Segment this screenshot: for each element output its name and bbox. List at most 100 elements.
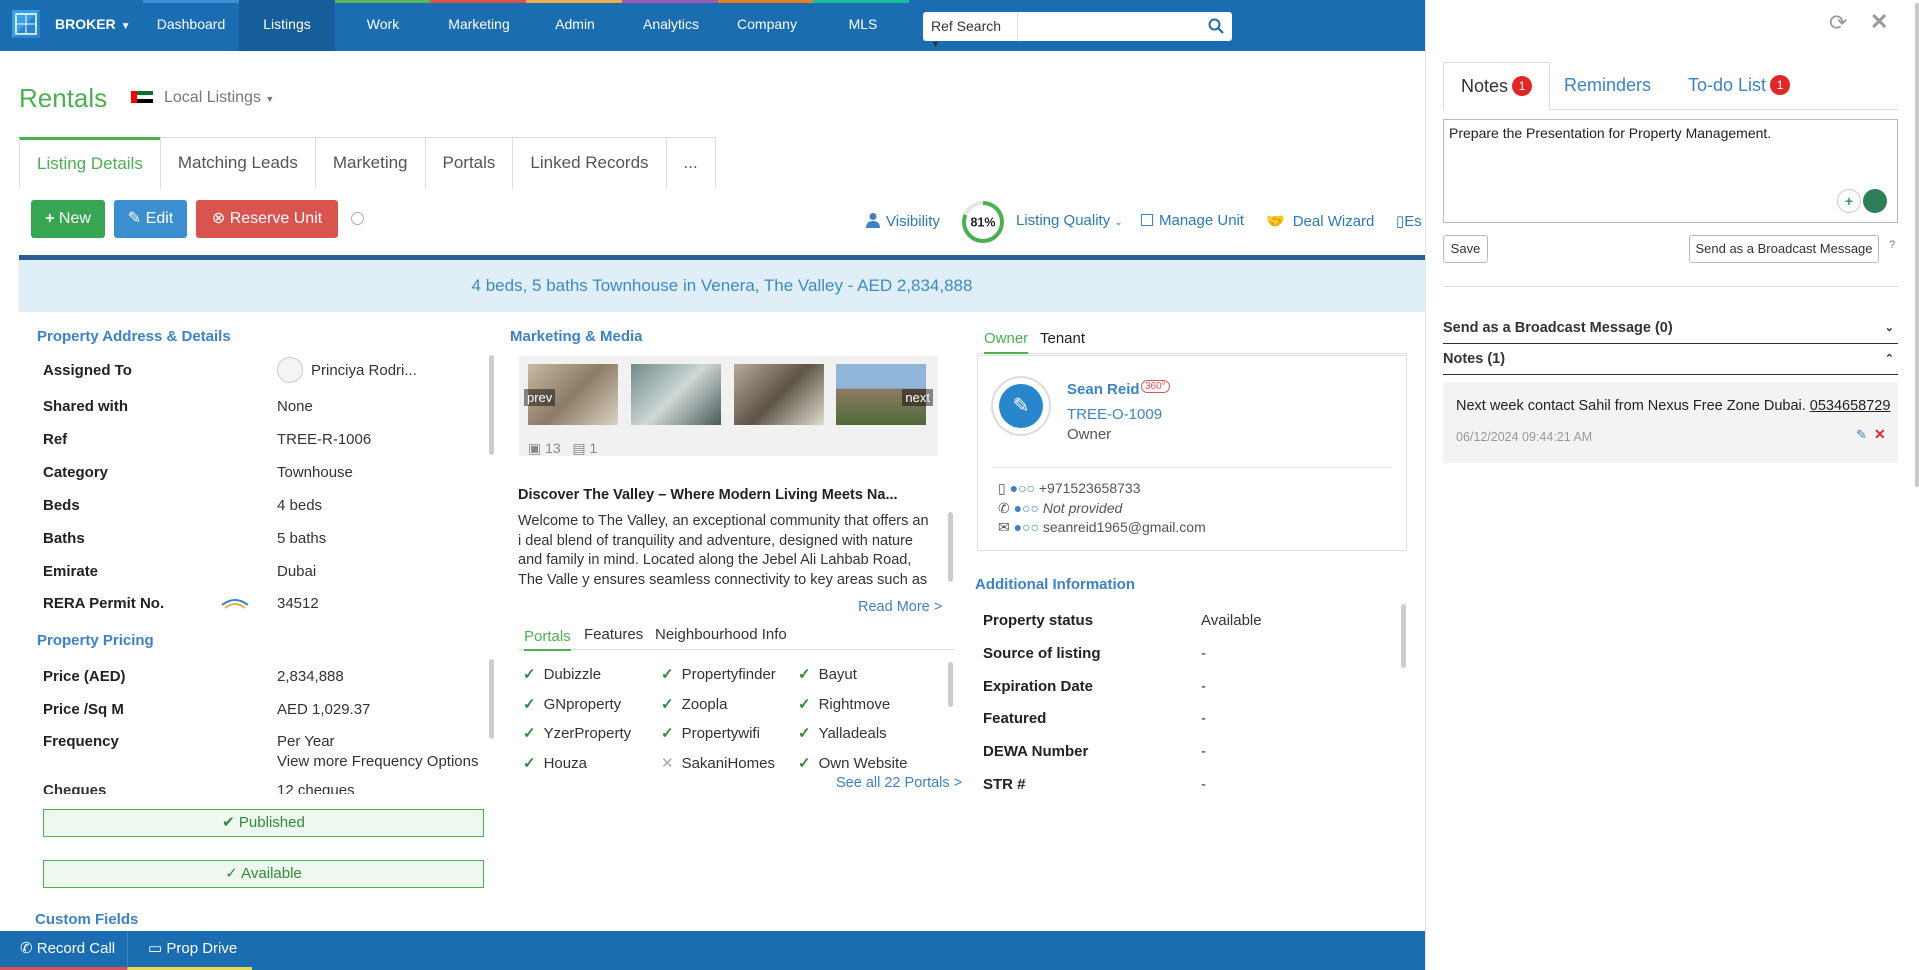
tab-todo-list[interactable]: To-do List 1 [1671, 62, 1807, 111]
tab-reminders[interactable]: Reminders [1547, 62, 1668, 111]
search-input[interactable] [1018, 12, 1232, 41]
category-label: Category [43, 464, 109, 481]
owner-mobile: +971523658733 [1038, 480, 1141, 496]
broadcast-button[interactable]: Send as a Broadcast Message [1689, 235, 1879, 263]
ref-search-dropdown[interactable]: Ref Search ▼ [923, 12, 1018, 49]
portal-name: Dubizzle [543, 666, 602, 683]
see-all-portals-link[interactable]: See all 22 Portals > [836, 775, 962, 791]
close-icon[interactable]: ✕ [1870, 9, 1888, 35]
plus-icon: + [45, 210, 55, 227]
deal-wizard-button[interactable]: 🤝 Deal Wizard [1266, 212, 1374, 230]
nav-dashboard[interactable]: Dashboard [143, 0, 239, 51]
owner-name-link[interactable]: Sean Reid [1067, 381, 1140, 398]
image-icon: ▣ [528, 440, 542, 456]
nav-company[interactable]: Company [719, 0, 815, 51]
nav-analytics[interactable]: Analytics [623, 0, 719, 51]
nav-marketing[interactable]: Marketing [431, 0, 527, 51]
nav-listings[interactable]: Listings [239, 0, 335, 51]
broadcast-section-label: Send as a Broadcast Message (0) [1443, 320, 1673, 336]
tab-todo-label: To-do List [1688, 75, 1767, 95]
ai-bulb-icon[interactable]: + [1837, 189, 1861, 213]
edit-button-label: Edit [145, 210, 174, 227]
pricing-scrollbar[interactable] [489, 659, 494, 739]
available-status: ✓ Available [43, 860, 484, 888]
additional-scrollbar[interactable] [1401, 604, 1406, 668]
subtab-portals[interactable]: Portals [524, 628, 571, 651]
broker-menu[interactable]: BROKER ▼ [55, 16, 131, 32]
panel-scrollbar[interactable] [1915, 3, 1919, 487]
additional-value: - [1201, 776, 1206, 793]
tab-portals[interactable]: Portals [424, 137, 514, 189]
refresh-icon[interactable]: ⟳ [1829, 10, 1847, 36]
visibility-button[interactable]: Visibility [866, 212, 940, 230]
listing-scope-dropdown[interactable]: Local Listings ▼ [164, 89, 274, 107]
record-call-button[interactable]: ✆ Record Call [0, 931, 127, 970]
export-button[interactable]: ▯Es [1396, 212, 1425, 230]
divider [1443, 286, 1898, 287]
description-scrollbar[interactable] [948, 512, 953, 582]
tab-matching-leads[interactable]: Matching Leads [159, 137, 316, 189]
portal-item: ✕ SakaniHomes [661, 754, 775, 772]
listing-scope-label: Local Listings [164, 89, 261, 106]
note-phone-link[interactable]: 0534658729 [1810, 398, 1891, 414]
nav-mls[interactable]: MLS [815, 0, 911, 51]
assigned-agent-link[interactable]: Princiya Rodri... [311, 362, 417, 379]
save-button[interactable]: Save [1443, 235, 1488, 263]
media-counts: ▣ 13 ▤ 1 [528, 440, 597, 457]
shared-with-link[interactable]: None [277, 398, 313, 415]
tab-linked-records[interactable]: Linked Records [512, 137, 667, 189]
tab-owner[interactable]: Owner [984, 330, 1029, 354]
read-more-link[interactable]: Read More > [858, 599, 942, 615]
more-frequency-link[interactable]: View more Frequency Options [277, 753, 478, 770]
privacy-dots-icon[interactable]: ●○○ [1014, 519, 1039, 535]
portal-name: Own Website [818, 755, 908, 772]
subtab-neighbourhood[interactable]: Neighbourhood Info [655, 626, 787, 643]
chat-bubble-icon[interactable] [1863, 189, 1887, 213]
reserve-unit-button[interactable]: ⊗ Reserve Unit [196, 200, 338, 238]
delete-note-icon[interactable]: ✕ [1874, 426, 1886, 443]
gallery-prev-button[interactable]: prev [524, 389, 556, 406]
gallery-image[interactable] [734, 364, 824, 425]
broadcast-section-toggle[interactable]: Send as a Broadcast Message (0) ⌄ [1443, 313, 1898, 344]
privacy-dots-icon[interactable]: ●○○ [1014, 500, 1039, 516]
new-button[interactable]: + New [31, 200, 105, 238]
notes-section-toggle[interactable]: Notes (1) ⌃ [1443, 344, 1898, 375]
check-icon: ✓ [523, 725, 536, 742]
tab-tenant[interactable]: Tenant [1040, 330, 1085, 347]
info-icon[interactable] [351, 212, 364, 225]
subtab-features[interactable]: Features [584, 626, 643, 643]
tab-more[interactable]: ... [665, 137, 716, 189]
edit-icon[interactable]: ✎ [999, 384, 1043, 428]
manage-unit-button[interactable]: Manage Unit [1141, 212, 1244, 229]
available-label: Available [241, 865, 302, 882]
owner-ref-link[interactable]: TREE-O-1009 [1067, 406, 1162, 423]
help-icon[interactable]: ? [1889, 239, 1895, 251]
tab-marketing[interactable]: Marketing [314, 137, 426, 189]
tab-notes[interactable]: Notes 1 [1443, 62, 1551, 111]
app-logo-icon[interactable] [10, 8, 42, 40]
listing-quality-dropdown[interactable]: Listing Quality ⌄ [1016, 212, 1123, 229]
additional-info-title: Additional Information [975, 576, 1135, 593]
note-textarea[interactable]: Prepare the Presentation for Property Ma… [1443, 119, 1898, 223]
check-icon: ✓ [661, 725, 674, 742]
portals-scrollbar[interactable] [948, 662, 953, 707]
badge-360-icon[interactable]: 360° [1141, 380, 1170, 393]
search-icon[interactable] [1208, 18, 1224, 34]
edit-note-icon[interactable]: ✎ [1856, 427, 1867, 443]
nav-admin[interactable]: Admin [527, 0, 623, 51]
nav-work[interactable]: Work [335, 0, 431, 51]
privacy-dots-icon[interactable]: ●○○ [1010, 480, 1035, 496]
gallery-next-button[interactable]: next [902, 389, 933, 406]
listing-description: Welcome to The Valley, an exceptional co… [518, 513, 929, 592]
prop-drive-button[interactable]: ▭ Prop Drive [127, 931, 252, 970]
additional-label: Property status [983, 612, 1094, 629]
phone-icon: ✆ [20, 940, 33, 957]
divider [993, 467, 1392, 468]
edit-button[interactable]: ✎ Edit [114, 200, 187, 238]
note-textarea-value: Prepare the Presentation for Property Ma… [1449, 125, 1772, 141]
gallery-image[interactable] [631, 364, 721, 425]
tab-listing-details[interactable]: Listing Details [19, 137, 161, 189]
details-scrollbar[interactable] [489, 355, 494, 455]
baths-value: 5 baths [277, 530, 327, 547]
portal-name: SakaniHomes [681, 755, 775, 772]
